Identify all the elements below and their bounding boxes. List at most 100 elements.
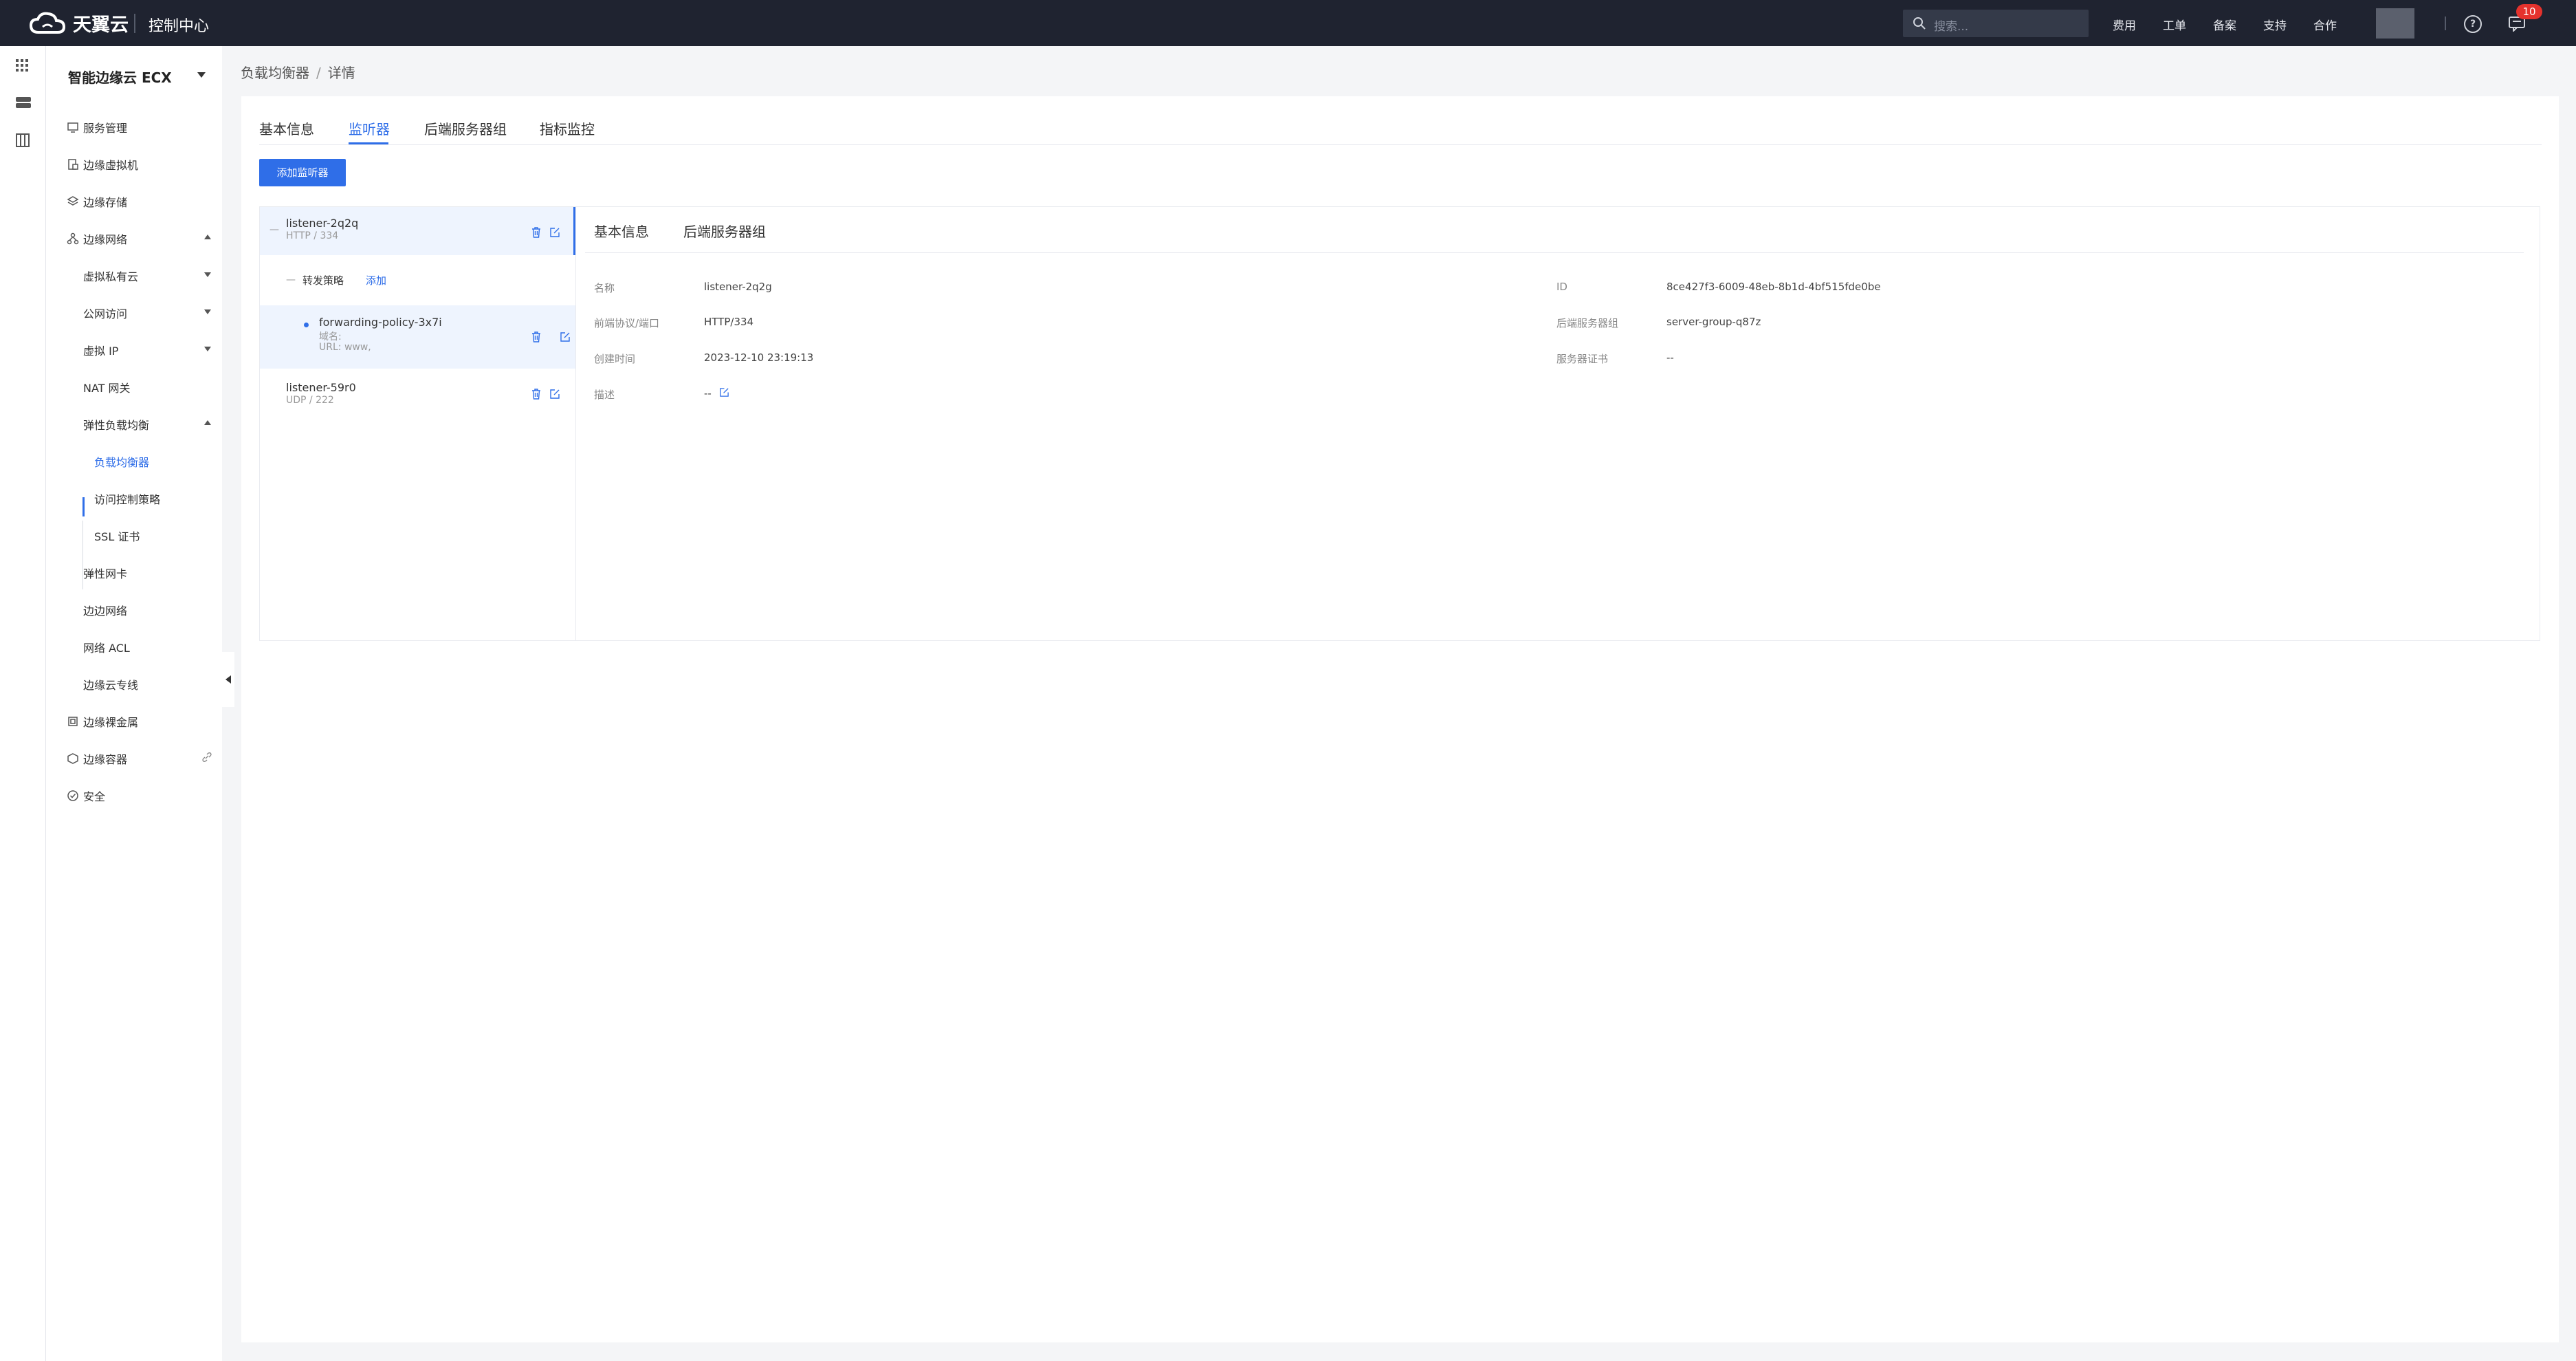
caret-down-icon[interactable] — [204, 347, 211, 351]
caret-down-icon[interactable] — [197, 72, 206, 78]
description-label: 描述 — [594, 389, 615, 401]
detail-tabs-divider — [585, 252, 2524, 253]
collapse-toggle[interactable]: — — [269, 224, 279, 235]
breadcrumb: 负载均衡器 / 详情 — [241, 62, 355, 82]
tab-backend-groups[interactable]: 后端服务器组 — [424, 118, 507, 138]
created-value: 2023-12-10 23:19:13 — [704, 351, 814, 364]
sidebar-item-lb[interactable]: 负载均衡器 — [94, 453, 149, 470]
sidebar-item-label: 边缘云专线 — [83, 679, 139, 692]
sidebar-item-label: 网络 ACL — [83, 642, 130, 655]
sidebar-item-label: 负载均衡器 — [94, 456, 150, 469]
breadcrumb-separator: / — [316, 65, 321, 81]
search-box[interactable]: 搜索... — [1903, 10, 2089, 37]
backend-group-value[interactable]: server-group-q87z — [1666, 316, 1761, 328]
search-placeholder: 搜索... — [1934, 20, 1969, 34]
port-label: 前端协议/端口 — [594, 317, 660, 329]
help-icon[interactable]: ? — [2464, 15, 2482, 33]
top-bar: 天翼云 控制中心 搜索... 费用 工单 备案 支持 合作 ? 10 — [0, 0, 2576, 46]
sidebar-item-nat[interactable]: NAT 网关 — [83, 379, 131, 395]
sidebar-item-label: 边缘虚拟机 — [83, 159, 139, 172]
detail-tab-basic[interactable]: 基本信息 — [594, 221, 649, 241]
sidebar-item-label: 访问控制策略 — [94, 493, 161, 506]
brand-logo[interactable]: 天翼云 — [29, 10, 129, 36]
sidebar-item-vpc[interactable]: 虚拟私有云 — [83, 268, 138, 284]
delete-icon[interactable] — [531, 227, 541, 238]
certificate-label: 服务器证书 — [1556, 353, 1609, 365]
sidebar-item-elb[interactable]: 弹性负载均衡 — [83, 416, 149, 433]
nav-fees[interactable]: 费用 — [2113, 16, 2136, 33]
sidebar-item-label: 安全 — [83, 790, 106, 803]
nav-support[interactable]: 支持 — [2263, 16, 2287, 33]
sidebar-item-container[interactable]: 边缘容器 — [67, 750, 127, 767]
listener-list: — listener-2q2q HTTP / 334 — 转发策略 添加 for… — [260, 207, 576, 640]
delete-icon[interactable] — [531, 389, 541, 400]
monitor-icon — [67, 122, 78, 133]
policy-url: URL: www, — [319, 342, 371, 353]
sidebar-item-dc[interactable]: 边缘云专线 — [83, 676, 138, 693]
name-label: 名称 — [594, 282, 615, 294]
server-icon[interactable] — [15, 96, 32, 109]
apps-grid-icon[interactable] — [15, 58, 29, 72]
list-item-policy[interactable] — [260, 305, 575, 369]
listener-name[interactable]: listener-59r0 — [286, 381, 356, 394]
panel-icon[interactable] — [15, 133, 30, 148]
sidebar-item-storage[interactable]: 边缘存储 — [67, 193, 127, 210]
listener-name[interactable]: listener-2q2q — [286, 217, 358, 230]
product-title[interactable]: 智能边缘云 ECX — [68, 67, 172, 87]
tab-basic-info[interactable]: 基本信息 — [259, 118, 314, 138]
detail-tab-backend-group[interactable]: 后端服务器组 — [683, 221, 766, 241]
sidebar-item-public[interactable]: 公网访问 — [83, 305, 127, 321]
console-link[interactable]: 控制中心 — [148, 14, 209, 36]
external-link-icon[interactable] — [201, 752, 212, 763]
sidebar-item-label: 边缘存储 — [83, 196, 128, 209]
network-icon — [67, 232, 79, 245]
add-listener-button[interactable]: 添加监听器 — [259, 159, 346, 186]
sidebar-item-label: NAT 网关 — [83, 382, 131, 395]
sidebar-item-ssl[interactable]: SSL 证书 — [94, 527, 140, 544]
divider — [2445, 17, 2446, 30]
add-policy-link[interactable]: 添加 — [366, 273, 386, 287]
tab-listeners[interactable]: 监听器 — [349, 118, 390, 138]
edit-icon[interactable] — [549, 389, 560, 400]
sidebar-item-network[interactable]: 边缘网络 — [67, 230, 127, 247]
caret-left-icon — [225, 675, 231, 684]
container-icon — [67, 753, 78, 764]
storage-icon — [67, 196, 79, 206]
sidebar-item-eni[interactable]: 弹性网卡 — [83, 565, 127, 581]
nav-cooperation[interactable]: 合作 — [2313, 16, 2337, 33]
port-value: HTTP/334 — [704, 316, 754, 328]
sidebar-item-service[interactable]: 服务管理 — [67, 119, 127, 135]
breadcrumb-parent[interactable]: 负载均衡器 — [241, 65, 309, 81]
edit-icon[interactable] — [560, 331, 571, 342]
avatar[interactable] — [2376, 8, 2414, 39]
sidebar-item-vip[interactable]: 虚拟 IP — [83, 342, 118, 358]
caret-up-icon[interactable] — [204, 235, 211, 239]
caret-down-icon[interactable] — [204, 272, 211, 277]
sidebar-item-bare-metal[interactable]: 边缘裸金属 — [67, 713, 138, 730]
sidebar-item-network-acl[interactable]: 网络 ACL — [83, 639, 130, 655]
listener-protocol: HTTP / 334 — [286, 230, 339, 241]
created-label: 创建时间 — [594, 353, 636, 365]
status-dot — [304, 323, 309, 327]
caret-down-icon[interactable] — [204, 309, 211, 314]
sidebar-item-vm[interactable]: 边缘虚拟机 — [67, 156, 138, 173]
edit-icon[interactable] — [549, 227, 560, 238]
nav-tickets[interactable]: 工单 — [2163, 16, 2186, 33]
delete-icon[interactable] — [531, 331, 541, 342]
caret-up-icon[interactable] — [204, 420, 211, 425]
policy-name[interactable]: forwarding-policy-3x7i — [319, 316, 442, 329]
listener-panel: — listener-2q2q HTTP / 334 — 转发策略 添加 for… — [259, 206, 2540, 641]
description-value: -- — [704, 387, 712, 400]
sidebar-item-label: 公网访问 — [83, 307, 128, 320]
collapse-toggle[interactable]: — — [286, 274, 296, 285]
cloud-logo-icon — [29, 12, 66, 34]
sidebar-collapse-button[interactable] — [222, 652, 234, 707]
notification-badge: 10 — [2516, 4, 2542, 19]
nav-filing[interactable]: 备案 — [2213, 16, 2236, 33]
sidebar-item-security[interactable]: 安全 — [67, 787, 105, 804]
edit-icon[interactable] — [719, 387, 729, 398]
shield-icon — [67, 790, 78, 801]
sidebar-item-acl-policy[interactable]: 访问控制策略 — [94, 490, 160, 507]
tab-metrics[interactable]: 指标监控 — [540, 118, 595, 138]
sidebar-item-peering[interactable]: 边边网络 — [83, 602, 127, 618]
